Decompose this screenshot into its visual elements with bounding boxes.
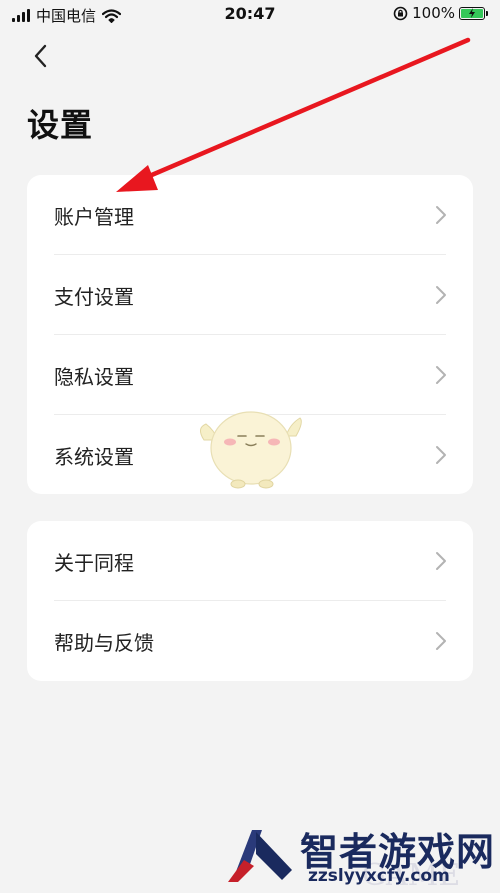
settings-group-about: 关于同程 帮助与反馈 — [27, 521, 473, 681]
settings-item-privacy[interactable]: 隐私设置 — [27, 335, 473, 415]
settings-item-label: 系统设置 — [54, 444, 134, 469]
settings-item-label: 支付设置 — [54, 284, 134, 309]
chevron-right-icon — [436, 552, 446, 570]
watermark-site-name: 智者游戏网 — [300, 830, 496, 874]
settings-item-account-management[interactable]: 账户管理 — [27, 175, 473, 255]
settings-item-payment[interactable]: 支付设置 — [27, 255, 473, 335]
settings-item-about[interactable]: 关于同程 — [27, 521, 473, 601]
settings-item-label: 帮助与反馈 — [54, 630, 154, 655]
settings-item-label: 账户管理 — [54, 204, 134, 229]
chevron-left-icon — [34, 44, 47, 68]
status-right: 100% — [393, 4, 488, 22]
settings-item-help-feedback[interactable]: 帮助与反馈 — [27, 601, 473, 681]
battery-tip — [486, 10, 488, 16]
settings-item-label: 关于同程 — [54, 550, 134, 575]
site-watermark: GAME 智者游戏网 zzslyyxcfy.com — [222, 818, 500, 893]
chevron-right-icon — [436, 206, 446, 224]
watermark-ghost-text: GAME — [362, 858, 461, 893]
status-bar: 中国电信 20:47 100% — [0, 0, 500, 30]
settings-item-system[interactable]: 系统设置 — [27, 415, 473, 494]
chevron-right-icon — [436, 632, 446, 650]
page-title: 设置 — [27, 106, 94, 144]
watermark-url: zzslyyxcfy.com — [308, 866, 450, 886]
site-logo-icon — [228, 830, 292, 882]
chevron-right-icon — [436, 286, 446, 304]
settings-item-label: 隐私设置 — [54, 364, 134, 389]
battery-icon — [459, 6, 485, 20]
chevron-right-icon — [436, 446, 446, 464]
battery-percentage: 100% — [412, 4, 455, 22]
settings-group-account: 账户管理 支付设置 隐私设置 系统设置 — [27, 175, 473, 494]
chevron-right-icon — [436, 366, 446, 384]
orientation-lock-icon — [393, 6, 408, 20]
back-button[interactable] — [26, 40, 56, 72]
